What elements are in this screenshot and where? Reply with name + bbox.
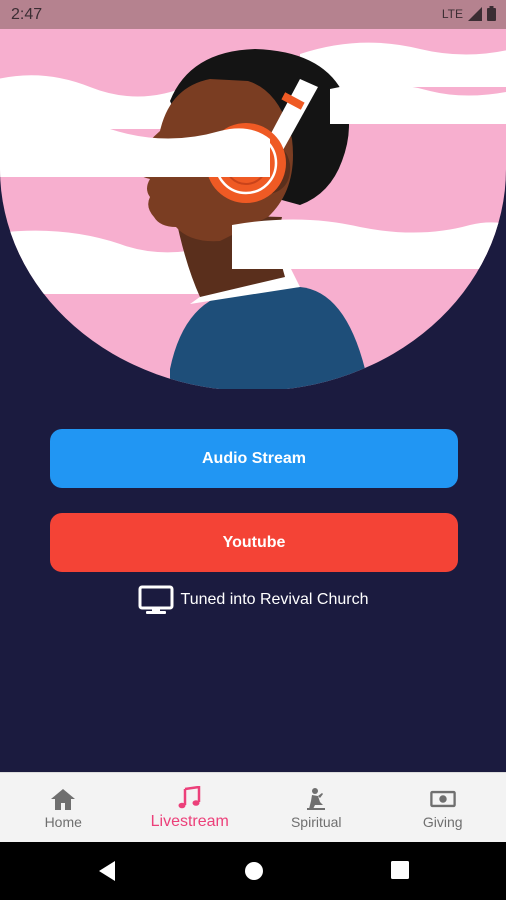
system-navigation-bar — [0, 842, 506, 900]
signal-icon — [468, 6, 482, 21]
audio-stream-button[interactable]: Audio Stream — [50, 429, 458, 488]
tuned-text: Tuned into Revival Church — [180, 591, 369, 608]
status-bar: 2:47 LTE — [0, 0, 506, 29]
network-type: LTE — [441, 6, 463, 21]
recents-icon[interactable] — [390, 860, 410, 880]
nav-spiritual-label: Spiritual — [290, 813, 342, 830]
praying-icon — [303, 787, 329, 811]
tv-monitor-icon — [138, 585, 174, 614]
nav-giving-label: Giving — [422, 813, 463, 830]
battery-icon — [487, 6, 496, 21]
livestream-screen: Audio Stream Youtube Tuned into Revival … — [0, 29, 506, 772]
status-icons: LTE — [442, 6, 496, 21]
nav-giving[interactable]: Giving — [380, 773, 506, 843]
nav-home-label: Home — [44, 813, 82, 830]
nav-livestream[interactable]: Livestream — [127, 773, 254, 843]
money-icon — [429, 787, 456, 811]
status-time: 2:47 — [11, 6, 43, 23]
home-icon — [50, 787, 76, 811]
back-icon[interactable] — [97, 860, 117, 882]
hero-illustration — [0, 29, 506, 389]
bottom-navigation: Home Livestream Spiritual Giving — [0, 772, 506, 843]
tuned-status: Tuned into Revival Church — [0, 585, 506, 615]
home-circle-icon[interactable] — [243, 860, 265, 882]
music-note-icon — [177, 785, 203, 810]
nav-spiritual[interactable]: Spiritual — [253, 773, 380, 843]
nav-livestream-label: Livestream — [150, 812, 229, 830]
youtube-button[interactable]: Youtube — [50, 513, 458, 572]
nav-home[interactable]: Home — [0, 773, 127, 843]
